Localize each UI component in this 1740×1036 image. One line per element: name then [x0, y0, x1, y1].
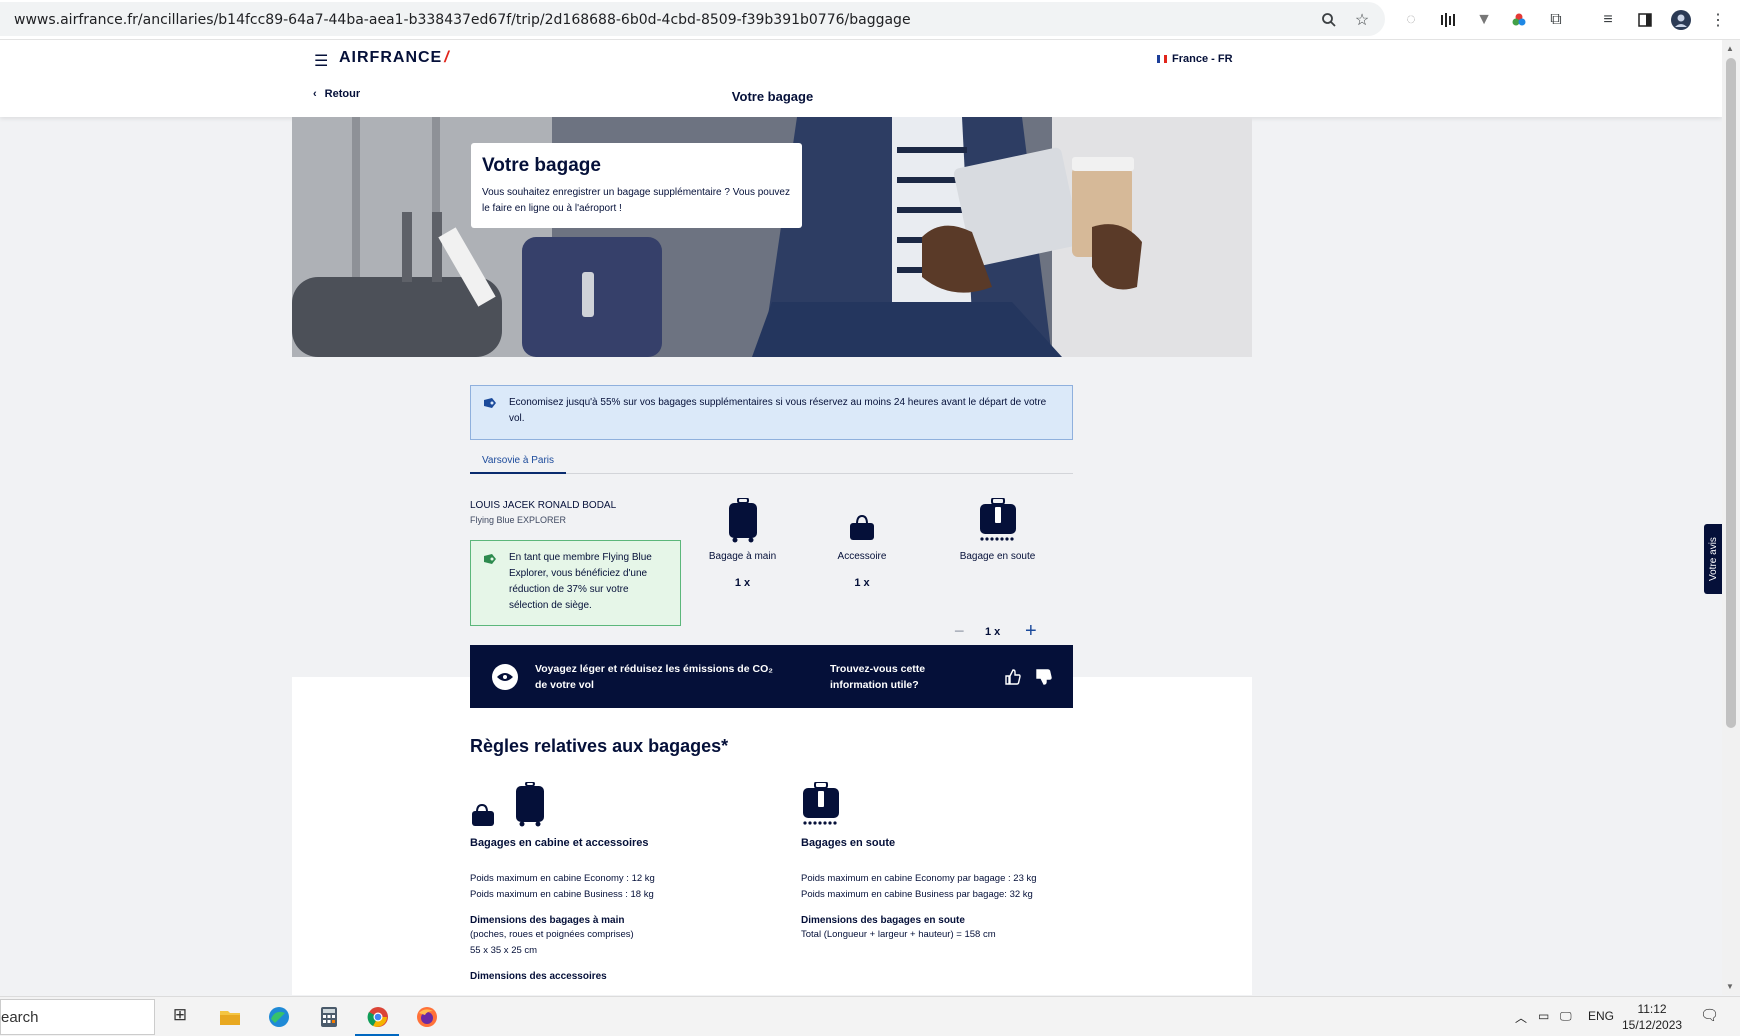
media-icon[interactable]: ≡ [1597, 9, 1619, 31]
eco-banner-text: Voyagez léger et réduisez les émissions … [535, 663, 773, 691]
network-icon[interactable]: 🖵 [1560, 1009, 1572, 1024]
flight-tabs: Varsovie à Paris [470, 451, 1073, 474]
puzzle-icon[interactable]: ⧉ [1545, 9, 1567, 31]
scroll-down-icon[interactable]: ▼ [1726, 982, 1734, 991]
audio-extension-icon[interactable] [1437, 9, 1459, 31]
zoom-icon[interactable] [1318, 9, 1340, 31]
increment-button[interactable]: + [1025, 620, 1037, 643]
cabin-dims-note: (poches, roues et poignées comprises) [470, 929, 634, 940]
address-bar[interactable]: wwws.airfrance.fr/ancillaries/b14fcc89-6… [0, 2, 1385, 36]
task-view-icon[interactable]: ⊞ [168, 1005, 192, 1029]
cabin-dims-heading: Dimensions des bagages à main [470, 915, 625, 926]
hold-bag-icon [979, 498, 1016, 541]
bag-cabin-qty: 1 x [734, 577, 751, 589]
cabin-rule-economy: Poids maximum en cabine Economy : 12 kg [470, 873, 655, 884]
hero-title: Votre bagage [482, 155, 601, 176]
tab-varsovie-paris[interactable]: Varsovie à Paris [470, 451, 566, 474]
clock-time: 11:12 [1637, 1002, 1667, 1016]
scroll-thumb[interactable] [1726, 58, 1736, 728]
passenger-name: LOUIS JACEK RONALD BODAL [470, 500, 617, 511]
hold-dims-value: Total (Longueur + largeur + hauteur) = 1… [801, 929, 996, 940]
browser-toolbar: wwws.airfrance.fr/ancillaries/b14fcc89-6… [0, 0, 1740, 40]
hero-text: Vous souhaitez enregistrer un bagage sup… [482, 187, 790, 214]
vertical-scrollbar[interactable]: ▲ ▼ [1722, 40, 1740, 995]
hold-dims-heading: Dimensions des bagages en soute [801, 915, 965, 926]
windows-taskbar: earch ⊞ ︿ ▭ 🖵 ENG 11:12 15/12/2023 🗨 [0, 996, 1740, 1036]
thumbs-up-icon[interactable] [1004, 668, 1022, 686]
eco-feedback-banner: Voyagez léger et réduisez les émissions … [470, 645, 1073, 708]
scroll-up-icon[interactable]: ▲ [1726, 44, 1734, 53]
locale-selector[interactable]: France - FR [1157, 53, 1233, 65]
cabin-rules-heading: Bagages en cabine et accessoires [470, 837, 649, 849]
accessory-bag-icon [850, 514, 874, 540]
baggage-rules-section: Règles relatives aux bagages* Bagages en… [292, 677, 1252, 995]
hero-banner: Votre bagage Vous souhaitez enregistrer … [292, 117, 1252, 357]
hold-rule-economy: Poids maximum en cabine Economy par baga… [801, 873, 1037, 884]
rules-title: Règles relatives aux bagages* [470, 736, 729, 756]
language-indicator[interactable]: ENG [1588, 1009, 1614, 1023]
hold-rule-business: Poids maximum en cabine Business par bag… [801, 889, 1033, 900]
site-header: ☰ AIRFRANCE / France - FR ‹ Retour Votre … [0, 40, 1722, 117]
hold-bag-stepper: − 1 x + [950, 620, 1040, 643]
airfrance-logo[interactable]: AIRFRANCE / [339, 49, 450, 67]
passenger-tier: Flying Blue EXPLORER [470, 515, 567, 525]
vpn-extension-icon[interactable]: ▼ [1473, 9, 1495, 31]
cabin-and-accessory-icon [472, 781, 544, 827]
bag-accessory-qty: 1 x [854, 577, 870, 589]
taskbar-search[interactable]: earch [0, 999, 155, 1035]
color-extension-icon[interactable] [1508, 9, 1530, 31]
bag-accessory-label: Accessoire [837, 551, 887, 562]
side-panel-icon[interactable] [1634, 9, 1656, 31]
promo-notice: Economisez jusqu'à 55% sur vos bagages s… [470, 385, 1073, 440]
battery-icon[interactable]: ▭ [1538, 1009, 1549, 1023]
bag-accessory: Accessoire 1 x [826, 498, 898, 589]
chrome-icon[interactable] [366, 1005, 390, 1029]
cabin-rules: Bagages en cabine et accessoires Poids m… [470, 781, 760, 983]
profile-avatar-icon[interactable] [1670, 9, 1692, 31]
cabin-rule-business: Poids maximum en cabine Business : 18 kg [470, 889, 654, 900]
member-notice: En tant que membre Flying Blue Explorer,… [470, 540, 681, 626]
member-notice-text: En tant que membre Flying Blue Explorer,… [509, 552, 652, 611]
hero-card: Votre bagage Vous souhaitez enregistrer … [471, 143, 802, 228]
bookmark-star-icon[interactable]: ☆ [1351, 9, 1373, 31]
hold-bag-qty: 1 x [985, 626, 1001, 638]
url-text[interactable]: wwws.airfrance.fr/ancillaries/b14fcc89-6… [14, 12, 911, 28]
accessory-dims-heading: Dimensions des accessoires [470, 971, 607, 982]
firefox-icon[interactable] [415, 1005, 439, 1029]
feedback-question: Trouvez-vous cette information utile? [830, 663, 926, 691]
eye-icon [492, 664, 518, 690]
file-explorer-icon[interactable] [218, 1005, 242, 1029]
bag-hold: Bagage en soute [950, 498, 1045, 562]
extension-icon[interactable]: ◌ [1400, 9, 1422, 31]
calculator-icon[interactable] [317, 1005, 341, 1029]
feedback-side-tab[interactable]: Votre avis [1704, 524, 1722, 594]
tray-chevron-icon[interactable]: ︿ [1515, 1009, 1527, 1026]
cabin-dims-value: 55 x 35 x 25 cm [470, 945, 538, 956]
taskbar-clock[interactable]: 11:12 15/12/2023 [1622, 1001, 1682, 1033]
tag-icon [484, 554, 496, 564]
bag-cabin: Bagage à main 1 x [700, 498, 785, 589]
notifications-icon[interactable]: 🗨 [1700, 1006, 1719, 1024]
bag-cabin-label: Bagage à main [708, 551, 777, 562]
france-flag-icon [1157, 55, 1167, 63]
decrement-button[interactable]: − [954, 621, 965, 642]
edge-icon[interactable] [267, 1005, 291, 1029]
hold-rules: Bagages en soute Poids maximum en cabine… [801, 781, 1091, 943]
locale-label: France - FR [1172, 53, 1233, 65]
cabin-bag-icon [728, 498, 757, 543]
hamburger-menu-icon[interactable]: ☰ [314, 51, 328, 71]
hold-bag-icon [803, 781, 839, 825]
promo-text: Economisez jusqu'à 55% sur vos bagages s… [509, 397, 1047, 424]
hold-rules-heading: Bagages en soute [801, 837, 896, 849]
clock-date: 15/12/2023 [1622, 1018, 1683, 1032]
page-viewport: ☰ AIRFRANCE / France - FR ‹ Retour Votre … [0, 40, 1722, 995]
thumbs-down-icon[interactable] [1035, 668, 1053, 686]
menu-kebab-icon[interactable]: ⋮ [1707, 9, 1729, 31]
tag-icon [484, 398, 496, 408]
page-title: Votre bagage [731, 89, 814, 104]
bag-hold-label: Bagage en soute [959, 551, 1036, 562]
